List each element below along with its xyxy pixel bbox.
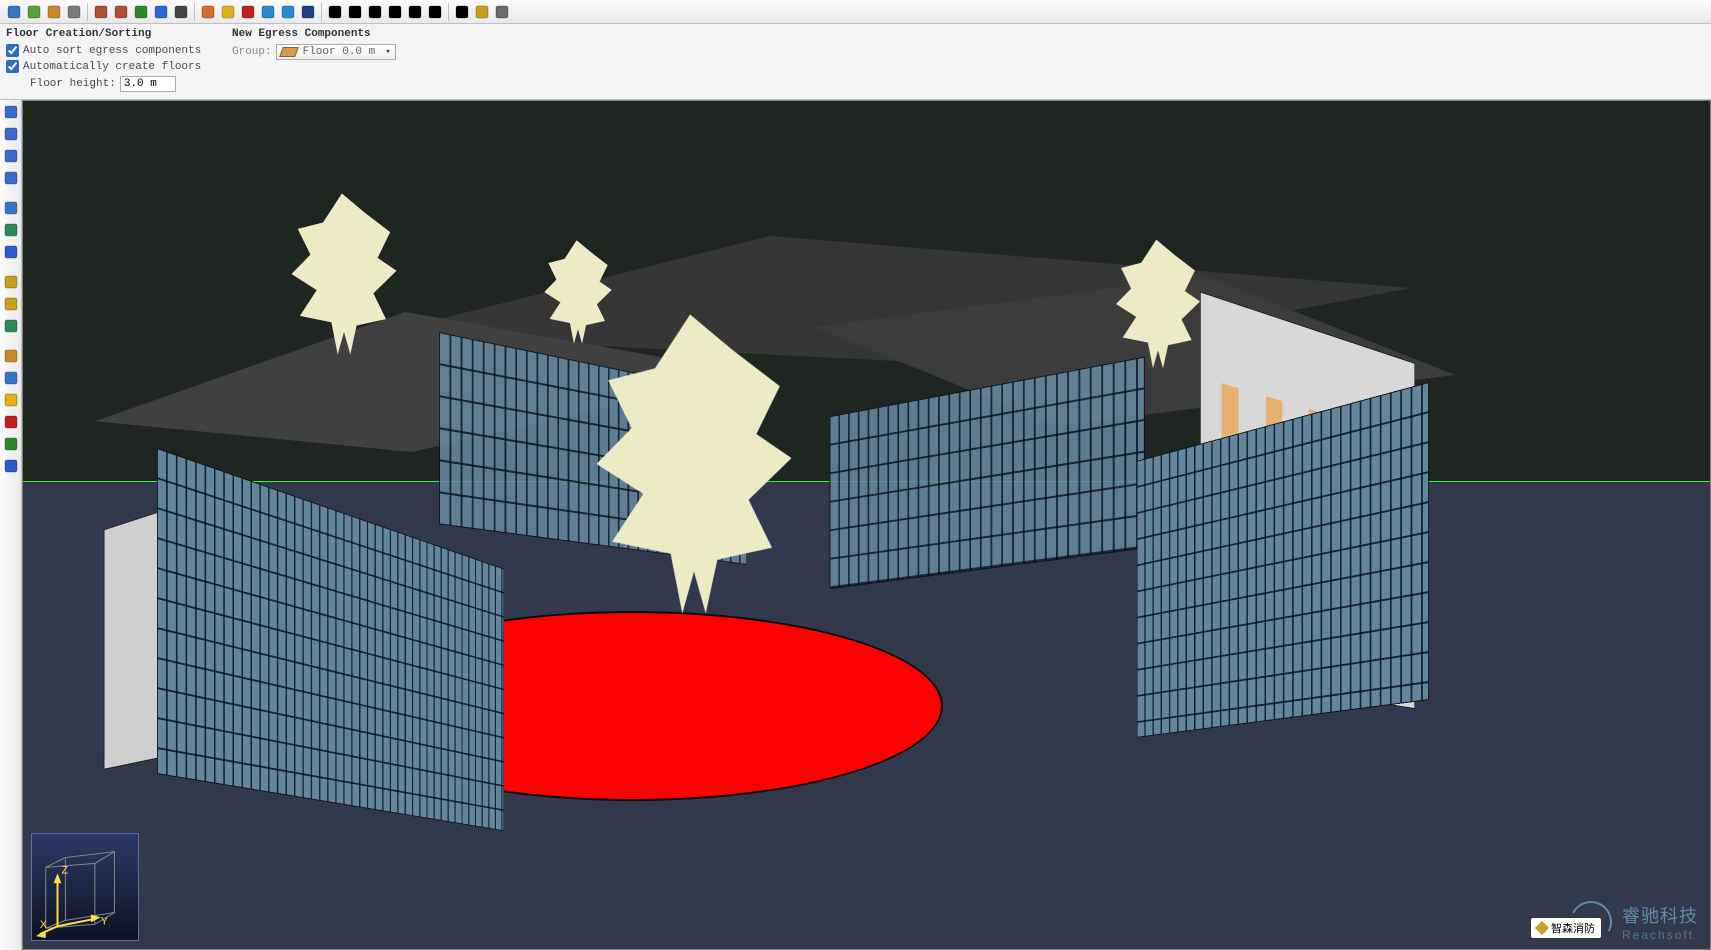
zoom-extents-icon[interactable] bbox=[452, 2, 472, 22]
group-value: Floor 0.0 m bbox=[303, 46, 376, 58]
floor-height-row: Floor height: bbox=[6, 76, 216, 92]
view-iso-icon[interactable] bbox=[24, 2, 44, 22]
auto-sort-checkbox[interactable] bbox=[6, 44, 19, 57]
walk-icon[interactable] bbox=[365, 2, 385, 22]
options-panels: Floor Creation/Sorting Auto sort egress … bbox=[0, 24, 1711, 100]
watermark-line1: 睿驰科技 bbox=[1622, 902, 1698, 928]
chevron-down-icon: ▾ bbox=[385, 47, 390, 57]
floor-swatch-icon bbox=[279, 47, 299, 57]
view-3d-icon[interactable] bbox=[4, 2, 24, 22]
floor-height-input[interactable] bbox=[120, 76, 176, 92]
grid-icon[interactable] bbox=[492, 2, 512, 22]
shaded-icon[interactable] bbox=[131, 2, 151, 22]
select-icon[interactable] bbox=[325, 2, 345, 22]
auto-create-checkbox[interactable] bbox=[6, 60, 19, 73]
auto-sort-row[interactable]: Auto sort egress components bbox=[6, 44, 216, 57]
expand-icon[interactable] bbox=[472, 2, 492, 22]
zoom-icon[interactable] bbox=[405, 2, 425, 22]
floor-creation-panel: Floor Creation/Sorting Auto sort egress … bbox=[6, 28, 216, 95]
scale-icon[interactable] bbox=[1, 146, 21, 166]
watermark-tag-text: 智森消防 bbox=[1551, 920, 1595, 936]
view-front-icon[interactable] bbox=[44, 2, 64, 22]
mesh-color-icon[interactable] bbox=[218, 2, 238, 22]
wireframe-icon[interactable] bbox=[91, 2, 111, 22]
diamond-icon bbox=[1535, 921, 1549, 935]
shaded-edges-icon[interactable] bbox=[151, 2, 171, 22]
wall-tool-icon[interactable] bbox=[1, 220, 21, 240]
axis-z-label: Z bbox=[61, 864, 68, 876]
separator bbox=[194, 3, 195, 21]
side-toolbar bbox=[0, 100, 22, 950]
display-extents-icon[interactable] bbox=[278, 2, 298, 22]
separator bbox=[448, 3, 449, 21]
app-root: Floor Creation/Sorting Auto sort egress … bbox=[0, 0, 1711, 950]
axis-gizmo[interactable]: Z Y X bbox=[31, 833, 139, 941]
group-dropdown[interactable]: Floor 0.0 m ▾ bbox=[276, 44, 396, 60]
measure-icon[interactable] bbox=[1, 346, 21, 366]
pan-target-icon[interactable] bbox=[345, 2, 365, 22]
panel-title: New Egress Components bbox=[232, 28, 396, 40]
floor-height-label: Floor height: bbox=[30, 78, 116, 90]
separator bbox=[321, 3, 322, 21]
axis-x-label: X bbox=[40, 919, 47, 931]
mesh-edit-icon[interactable] bbox=[1, 294, 21, 314]
main-area: Z Y X 睿驰科技 Reachsoft 智森消防 bbox=[0, 100, 1711, 950]
mesh-add-icon[interactable] bbox=[1, 272, 21, 292]
move-icon[interactable] bbox=[1, 102, 21, 122]
watermark-tag: 智森消防 bbox=[1530, 917, 1602, 939]
new-egress-panel: New Egress Components Group: Floor 0.0 m… bbox=[232, 28, 396, 95]
material-icon[interactable] bbox=[1, 434, 21, 454]
top-toolbar bbox=[0, 0, 1711, 24]
color-a-icon[interactable] bbox=[1, 390, 21, 410]
separator bbox=[1, 190, 20, 198]
panel-title: Floor Creation/Sorting bbox=[6, 28, 216, 40]
separator bbox=[1, 264, 20, 272]
glass-facade bbox=[1137, 382, 1429, 738]
viewport-3d[interactable]: Z Y X 睿驰科技 Reachsoft 智森消防 bbox=[22, 100, 1711, 950]
axis-y-label: Y bbox=[101, 915, 108, 927]
color-b-icon[interactable] bbox=[1, 412, 21, 432]
hidden-line-icon[interactable] bbox=[111, 2, 131, 22]
render-icon[interactable] bbox=[171, 2, 191, 22]
glass-facade bbox=[830, 357, 1145, 590]
view-list-icon[interactable] bbox=[64, 2, 84, 22]
embed-icon[interactable] bbox=[1, 456, 21, 476]
orbit-icon[interactable] bbox=[385, 2, 405, 22]
auto-create-label: Automatically create floors bbox=[23, 61, 201, 73]
group-row: Group: Floor 0.0 m ▾ bbox=[232, 44, 396, 60]
rotate-icon[interactable] bbox=[1, 124, 21, 144]
watermark-line2: Reachsoft bbox=[1622, 928, 1698, 942]
group-label: Group: bbox=[232, 46, 272, 58]
separator bbox=[87, 3, 88, 21]
mesh-shade-icon[interactable] bbox=[198, 2, 218, 22]
section-icon[interactable] bbox=[1, 368, 21, 388]
display-slice-icon[interactable] bbox=[258, 2, 278, 22]
agent-icon[interactable] bbox=[298, 2, 318, 22]
auto-sort-label: Auto sort egress components bbox=[23, 45, 201, 57]
zoom-window-icon[interactable] bbox=[425, 2, 445, 22]
mirror-icon[interactable] bbox=[1, 168, 21, 188]
slab-tool-icon[interactable] bbox=[1, 242, 21, 262]
separator bbox=[1, 338, 20, 346]
mesh-palette-icon[interactable] bbox=[238, 2, 258, 22]
auto-create-row[interactable]: Automatically create floors bbox=[6, 60, 216, 73]
mesh-anim-icon[interactable] bbox=[1, 316, 21, 336]
room-tool-icon[interactable] bbox=[1, 198, 21, 218]
